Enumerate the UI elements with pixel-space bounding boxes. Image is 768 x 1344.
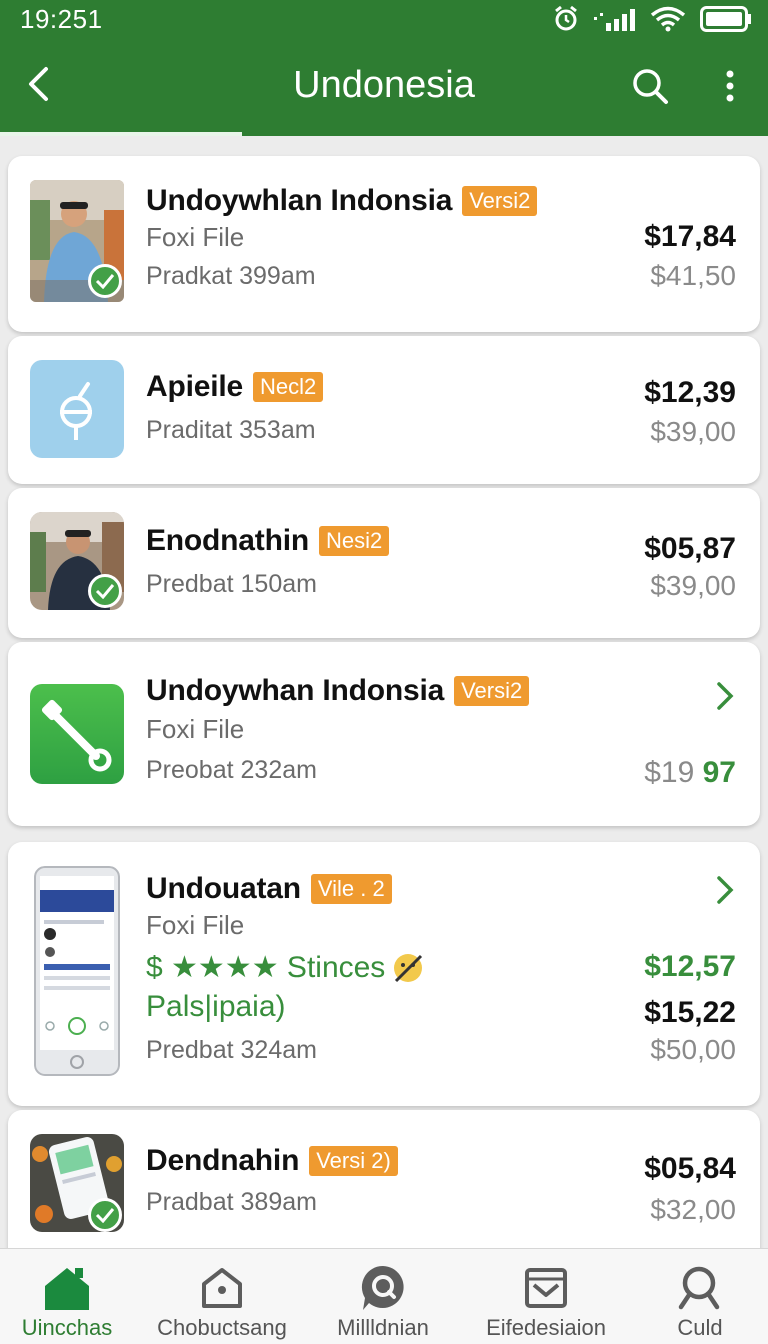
nav-label: Chobuctsang [157, 1315, 287, 1340]
item-thumbnail [30, 180, 124, 302]
more-vertical-icon [726, 70, 734, 102]
nav-item-3[interactable]: Millldnian [316, 1249, 450, 1344]
item-price: $05,87 [644, 532, 736, 565]
version-badge: Nesi2 [318, 526, 390, 556]
nav-item-2[interactable]: Chobuctsang [150, 1249, 294, 1344]
item-title: Apieile [146, 370, 243, 403]
list-item[interactable]: Apieile Necl2 Praditat 353am $12,39 $39,… [8, 336, 760, 484]
item-title: Enodnathin [146, 524, 309, 557]
item-title-row: Apieile Necl2 [146, 370, 324, 404]
app-header: 19:251 Undonesia [0, 0, 768, 136]
item-thumbnail [30, 360, 124, 458]
signal-icon [594, 9, 635, 31]
item-meta: Predbat 150am [146, 570, 317, 598]
item-title: Undouatan [146, 872, 301, 905]
item-price: $17,84 [644, 220, 736, 253]
list-item[interactable]: Undoywhan Indonsia Versi2 Foxi File Preo… [8, 642, 760, 826]
version-badge: Versi2 [462, 186, 538, 216]
item-price-suffix: 97 [702, 756, 736, 789]
item-price-prefix: $19 [644, 756, 695, 789]
item-title: Undoywhlan Indonsia [146, 184, 453, 217]
status-bar: 19:251 [0, 0, 768, 40]
item-rating: $ ★★★★ Stinces [146, 950, 425, 985]
item-price-old: $39,00 [650, 570, 736, 601]
tab-indicator [0, 132, 242, 136]
verified-check-icon [88, 1198, 122, 1232]
item-title-row: Enodnathin Nesi2 [146, 524, 390, 558]
item-price: $05,84 [644, 1152, 736, 1185]
nav-item-5[interactable]: Culd [640, 1249, 760, 1344]
item-rating-text: $ ★★★★ Stinces [146, 951, 386, 984]
home-icon [43, 1263, 91, 1313]
item-price-green: $12,57 [644, 950, 736, 983]
item-extra-text: Pals|ipaia) [146, 990, 286, 1023]
item-title: Dendnahin [146, 1144, 300, 1177]
item-price: $19 97 [644, 756, 736, 790]
nav-item-home[interactable]: Uincchas [0, 1249, 134, 1344]
item-title: Undoywhan Indonsia [146, 674, 445, 707]
inbox-icon [524, 1263, 568, 1313]
search-bubble-icon [359, 1263, 407, 1313]
item-thumbnail [34, 866, 120, 1076]
version-badge: Versi2 [454, 676, 530, 706]
wifi-icon [650, 6, 686, 32]
search-icon [633, 69, 668, 104]
verified-check-icon [88, 574, 122, 608]
item-price: $12,39 [644, 376, 736, 409]
item-meta: Pradkat 399am [146, 262, 316, 290]
nav-item-4[interactable]: Eifedesiaion [472, 1249, 620, 1344]
nav-label: Millldnian [337, 1315, 429, 1340]
status-time: 19:251 [20, 4, 103, 34]
item-title-row: Undouatan Vile . 2 [146, 872, 392, 906]
search-icon [677, 1263, 723, 1313]
app-logo-icon [60, 382, 92, 440]
item-subtitle: Foxi File [146, 910, 245, 940]
item-thumbnail [30, 684, 124, 784]
version-badge: Vile . 2 [310, 874, 392, 904]
list-item[interactable]: Undoywhlan Indonsia Versi2 Foxi File Pra… [8, 156, 760, 332]
house-outline-icon [200, 1263, 244, 1313]
item-meta: Preobat 232am [146, 756, 317, 784]
item-meta: Pradbat 389am [146, 1188, 317, 1216]
nav-label: Eifedesiaion [486, 1315, 606, 1340]
item-thumbnail [30, 512, 124, 610]
item-title-row: Undoywhlan Indonsia Versi2 [146, 184, 538, 218]
item-title-row: Dendnahin Versi 2) [146, 1144, 398, 1178]
list-item[interactable]: Undouatan Vile . 2 Foxi File $ ★★★★ Stin… [8, 842, 760, 1106]
item-meta: Praditat 353am [146, 416, 316, 444]
item-title-row: Undoywhan Indonsia Versi2 [146, 674, 530, 708]
emoji-icon [394, 953, 423, 982]
item-thumbnail [30, 1134, 124, 1232]
phone-screenshot-image [34, 866, 120, 1076]
list-item[interactable]: Enodnathin Nesi2 Predbat 150am $05,87 $3… [8, 488, 760, 638]
item-price-old: $50,00 [650, 1034, 736, 1065]
more-options-button[interactable] [708, 62, 752, 110]
status-icons [552, 4, 752, 34]
item-meta: Predbat 324am [146, 1036, 317, 1064]
nav-label: Uincchas [21, 1315, 113, 1340]
app-bar: Undonesia [0, 48, 768, 128]
search-button[interactable] [626, 62, 674, 110]
item-price-old: $32,00 [650, 1194, 736, 1225]
chevron-right-icon[interactable] [710, 872, 740, 908]
item-subtitle: Foxi File [146, 714, 245, 744]
alarm-icon [555, 5, 577, 31]
item-price: $15,22 [644, 996, 736, 1029]
version-badge: Necl2 [252, 372, 324, 402]
item-subtitle: Foxi File [146, 222, 245, 252]
verified-check-icon [88, 264, 122, 298]
chevron-right-icon[interactable] [710, 678, 740, 714]
nav-label: Culd [677, 1315, 723, 1340]
app-logo-icon [41, 699, 112, 772]
item-price-old: $41,50 [650, 260, 736, 291]
battery-icon [700, 6, 751, 32]
version-badge: Versi 2) [309, 1146, 398, 1176]
bottom-navigation: Uincchas Chobuctsang Millldnian Eifedesi… [0, 1248, 768, 1344]
item-price-old: $39,00 [650, 416, 736, 447]
